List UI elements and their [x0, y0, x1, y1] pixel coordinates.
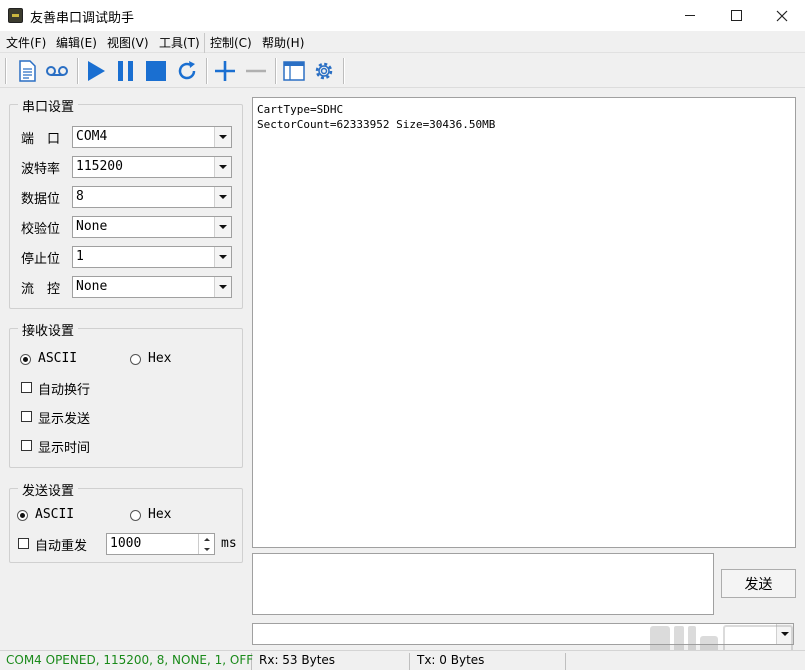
send-ascii-label: ASCII: [35, 507, 75, 522]
maximize-button[interactable]: [713, 0, 759, 31]
stopbits-label: 停止位: [21, 252, 61, 267]
window-button[interactable]: [281, 58, 307, 84]
add-icon: [215, 61, 235, 81]
serial-settings-title: 串口设置: [18, 96, 79, 115]
show-send-checkbox[interactable]: [21, 411, 32, 422]
toolbar-separator: [275, 58, 277, 84]
receive-settings-title: 接收设置: [18, 320, 79, 339]
flow-value: None: [76, 279, 108, 294]
resend-interval-input[interactable]: 1000: [106, 533, 215, 555]
stopbits-value: 1: [76, 249, 84, 264]
port-select[interactable]: COM4: [72, 126, 232, 148]
new-doc-icon: [19, 60, 36, 82]
parity-select[interactable]: None: [72, 216, 232, 238]
refresh-button[interactable]: [174, 58, 200, 84]
window-icon: [283, 61, 305, 81]
pause-icon: [118, 61, 133, 81]
spin-down-icon[interactable]: [198, 544, 214, 554]
menu-control[interactable]: 控制(C): [210, 34, 252, 51]
menu-view[interactable]: 视图(V): [107, 34, 149, 51]
add-button[interactable]: [212, 58, 238, 84]
receive-ascii-label: ASCII: [38, 351, 78, 366]
databits-label: 数据位: [21, 192, 61, 207]
menu-edit[interactable]: 编辑(E): [56, 34, 97, 51]
resend-interval-value: 1000: [110, 536, 142, 551]
toolbar-separator: [77, 58, 79, 84]
interval-unit: ms: [221, 536, 237, 551]
auto-resend-checkbox[interactable]: [18, 538, 29, 549]
settings-icon: [315, 62, 333, 80]
remove-icon: [246, 69, 266, 73]
chevron-down-icon[interactable]: [214, 127, 231, 147]
app-icon: [8, 8, 23, 23]
toolbar-grip: [5, 58, 7, 84]
settings-button[interactable]: [311, 58, 337, 84]
chevron-down-icon[interactable]: [214, 217, 231, 237]
menu-tools[interactable]: 工具(T): [159, 34, 200, 51]
rx-count: Rx: 53 Bytes: [253, 653, 410, 670]
show-time-checkbox[interactable]: [21, 440, 32, 451]
auto-newline-label: 自动换行: [38, 383, 91, 398]
status-bar: COM4 OPENED, 115200, 8, NONE, 1, OFF Rx:…: [0, 650, 805, 670]
send-button[interactable]: 发送: [721, 569, 796, 598]
receive-output[interactable]: CartType=SDHC SectorCount=62333952 Size=…: [252, 97, 796, 548]
pause-button[interactable]: [113, 58, 139, 84]
stop-icon: [146, 61, 166, 81]
stopbits-select[interactable]: 1: [72, 246, 232, 268]
send-ascii-radio[interactable]: [17, 510, 28, 521]
tx-count: Tx: 0 Bytes: [411, 653, 566, 670]
chevron-down-icon[interactable]: [214, 247, 231, 267]
send-hex-radio[interactable]: [130, 510, 141, 521]
output-line: CartType=SDHC: [257, 103, 344, 116]
port-status: COM4 OPENED, 115200, 8, NONE, 1, OFF: [0, 653, 253, 670]
flow-label: 流 控: [21, 282, 61, 297]
output-line: SectorCount=62333952 Size=30436.50MB: [257, 118, 496, 131]
record-icon: [46, 66, 68, 76]
menu-bar: 文件(F) 编辑(E) 视图(V) 工具(T) 控制(C) 帮助(H): [0, 31, 805, 53]
toolbar-separator: [206, 58, 208, 84]
auto-newline-checkbox[interactable]: [21, 382, 32, 393]
receive-ascii-radio[interactable]: [20, 354, 31, 365]
menu-separator: [204, 33, 205, 53]
spin-up-icon[interactable]: [198, 534, 214, 544]
play-icon: [88, 61, 105, 81]
flow-select[interactable]: None: [72, 276, 232, 298]
chevron-down-icon[interactable]: [214, 277, 231, 297]
databits-value: 8: [76, 189, 84, 204]
minimize-button[interactable]: [667, 0, 713, 31]
baud-label: 波特率: [21, 162, 61, 177]
receive-hex-label: Hex: [148, 351, 172, 366]
remove-button[interactable]: [243, 58, 269, 84]
databits-select[interactable]: 8: [72, 186, 232, 208]
send-hex-label: Hex: [148, 507, 172, 522]
auto-resend-label: 自动重发: [35, 539, 88, 554]
show-time-label: 显示时间: [38, 441, 91, 456]
baud-select[interactable]: 115200: [72, 156, 232, 178]
refresh-icon: [178, 61, 196, 80]
window-title: 友善串口调试助手: [30, 11, 135, 26]
menu-file[interactable]: 文件(F): [6, 34, 46, 51]
toolbar-separator: [343, 58, 345, 84]
toolbar: [0, 54, 805, 88]
close-icon: [776, 10, 788, 21]
send-input[interactable]: [252, 553, 714, 615]
parity-label: 校验位: [21, 222, 61, 237]
new-doc-button[interactable]: [14, 58, 40, 84]
stop-button[interactable]: [143, 58, 169, 84]
chevron-down-icon[interactable]: [214, 187, 231, 207]
baud-value: 115200: [76, 159, 123, 174]
port-label: 端 口: [21, 132, 61, 147]
title-bar: 友善串口调试助手: [0, 0, 805, 31]
port-value: COM4: [76, 129, 108, 144]
close-button[interactable]: [759, 0, 805, 31]
chevron-down-icon[interactable]: [214, 157, 231, 177]
show-send-label: 显示发送: [38, 412, 91, 427]
record-button[interactable]: [44, 58, 70, 84]
receive-hex-radio[interactable]: [130, 354, 141, 365]
menu-help[interactable]: 帮助(H): [262, 34, 304, 51]
parity-value: None: [76, 219, 108, 234]
send-settings-title: 发送设置: [18, 480, 79, 499]
play-button[interactable]: [83, 58, 109, 84]
